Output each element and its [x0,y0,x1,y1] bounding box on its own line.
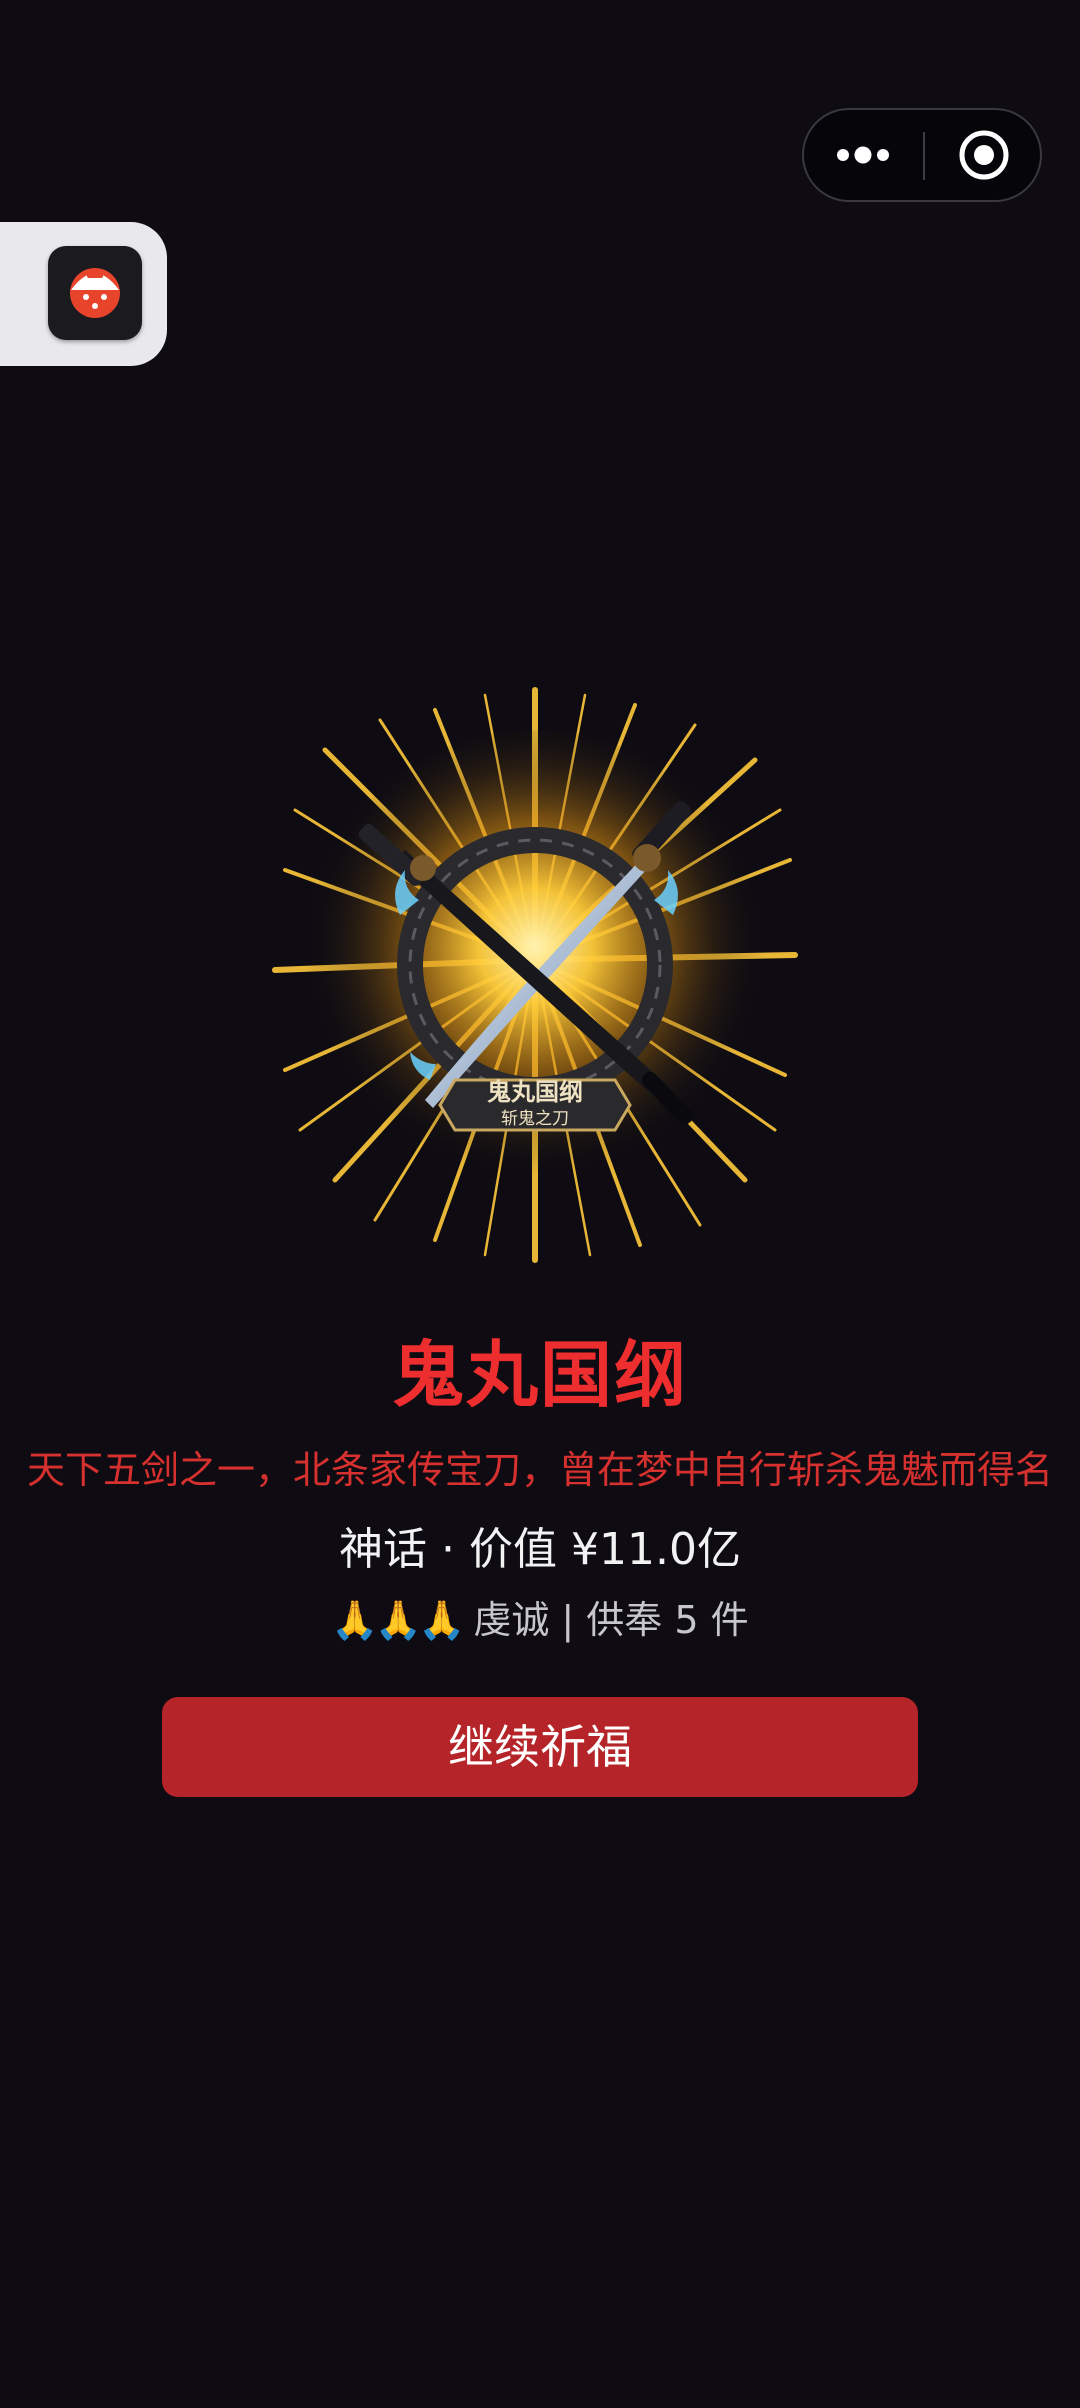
miniprogram-capsule [802,108,1042,202]
item-title: 鬼丸国纲 [391,1333,688,1417]
item-description: 天下五剑之一，北条家传宝刀，曾在梦中自行斩杀鬼魅而得名 [26,1448,1053,1492]
plaque-title: 鬼丸国纲 [487,1077,583,1106]
item-rarity-value: 神话 · 价值 ¥11.0亿 [339,1524,741,1575]
target-close-icon [959,130,1008,180]
app-logo-icon [48,246,142,340]
offering-count: 虔诚 | 供奉 5 件 [473,1598,749,1642]
continue-pray-button[interactable]: 继续祈福 [162,1697,918,1797]
item-artwork: 鬼丸国纲 斩鬼之刀 [255,680,815,1280]
plaque-subtitle: 斩鬼之刀 [501,1109,569,1129]
floating-app-tab[interactable] [0,222,167,366]
offering-status: 🙏🙏🙏 虔诚 | 供奉 5 件 [0,1592,1080,1648]
praying-hands-icon: 🙏🙏🙏 [331,1598,465,1642]
more-dots-icon [837,146,889,164]
screen: 鬼丸国纲 斩鬼之刀 鬼丸国纲 天下五剑之一，北条家传宝刀，曾在梦中自行斩杀鬼魅而… [0,0,1080,2408]
close-button[interactable] [925,110,1042,200]
more-button[interactable] [804,110,922,200]
